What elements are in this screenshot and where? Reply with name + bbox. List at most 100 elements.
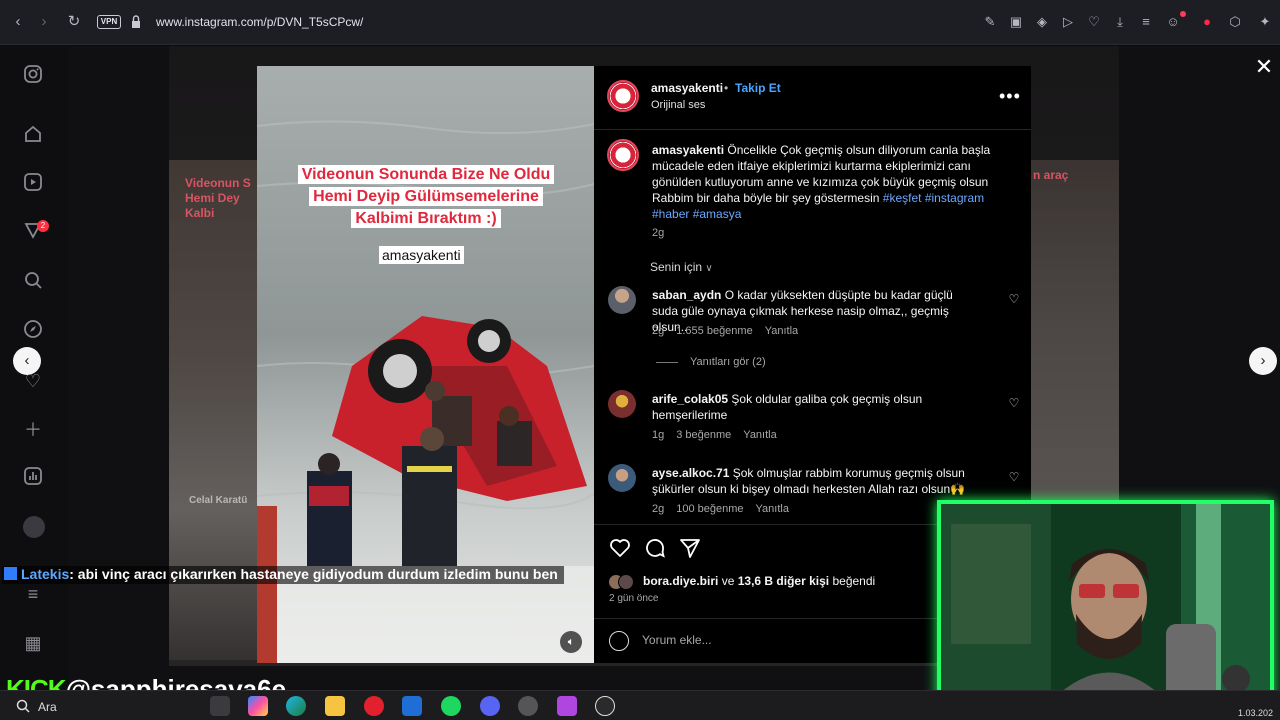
comment-like-icon[interactable]: ♡: [1007, 292, 1021, 306]
comment-avatar[interactable]: [608, 464, 636, 492]
post-caption: amasyakenti Öncelikle Çok geçmiş olsun d…: [652, 142, 1002, 222]
taskbar-search-label[interactable]: Ara: [38, 700, 57, 714]
video-title-line3: Kalbimi Bıraktım :): [351, 209, 501, 228]
comment-body: ayse.alkoc.71 Şok olmuşlar rabbim korumu…: [652, 465, 982, 497]
profile-icon[interactable]: ☺: [1164, 13, 1182, 31]
file-explorer-icon[interactable]: [325, 696, 345, 716]
comment-username[interactable]: arife_colak05: [652, 392, 728, 406]
stream-chat-message: Latekis: abi vinç aracı çıkarırken hasta…: [2, 566, 564, 584]
home-icon[interactable]: [21, 124, 45, 148]
comment-sort-dropdown[interactable]: Senin için ∨: [650, 260, 713, 274]
comment-meta: 2g 1.655 beğenme Yanıtla: [652, 325, 810, 337]
address-bar-url[interactable]: www.instagram.com/p/DVN_T5sCPcw/: [156, 15, 363, 29]
task-view-icon[interactable]: [210, 696, 230, 716]
reply-button[interactable]: Yanıtla: [743, 429, 776, 441]
liked-by-user[interactable]: bora.diye.biri: [643, 574, 718, 588]
comment-icon[interactable]: [643, 536, 667, 560]
post-time-ago: 2 gün önce: [609, 593, 659, 604]
reels-icon[interactable]: [21, 172, 45, 196]
reply-button[interactable]: Yanıtla: [756, 503, 789, 515]
background-name-left: Celal Karatü: [189, 495, 248, 506]
video-watermark: amasyakenti: [379, 246, 464, 264]
spotify-icon[interactable]: [441, 696, 461, 716]
comment-like-icon[interactable]: ♡: [1007, 470, 1021, 484]
comment-time: 2g: [652, 325, 665, 337]
like-icon[interactable]: [608, 536, 632, 560]
create-icon[interactable]: ＋: [21, 418, 45, 442]
comment-avatar[interactable]: [608, 286, 636, 314]
taskbar-search-icon[interactable]: [16, 699, 30, 713]
mail-icon[interactable]: [402, 696, 422, 716]
follow-button[interactable]: Takip Et: [735, 81, 781, 95]
opera-icon[interactable]: [364, 696, 384, 716]
edge-icon[interactable]: [286, 696, 306, 716]
extension-red-icon[interactable]: ●: [1198, 13, 1216, 31]
download-icon[interactable]: ⤓: [1111, 13, 1129, 31]
liked-by-suffix: beğendi: [832, 574, 876, 588]
lock-icon[interactable]: [131, 14, 141, 30]
comment-likes[interactable]: 100 beğenme: [676, 503, 743, 515]
comment-meta: 2g 100 beğenme Yanıtla: [652, 503, 801, 515]
comment-time: 1g: [652, 429, 665, 441]
play-icon[interactable]: ▷: [1059, 13, 1077, 31]
view-replies-button[interactable]: Yanıtları gör (2): [690, 356, 766, 368]
media-player-icon[interactable]: [595, 696, 615, 716]
comment-likes[interactable]: 3 beğenme: [676, 429, 731, 441]
copilot-icon[interactable]: [248, 696, 268, 716]
explore-icon[interactable]: [21, 319, 45, 343]
more-options-icon[interactable]: •••: [999, 86, 1021, 107]
taskbar-clock: 1.03.202: [1238, 708, 1274, 718]
volume-icon[interactable]: 🔈︎: [560, 631, 582, 653]
vpn-badge[interactable]: VPN: [97, 15, 121, 29]
emoji-icon[interactable]: [609, 631, 629, 651]
replies-line: [656, 362, 678, 363]
comment-time: 2g: [652, 503, 665, 515]
heart-icon[interactable]: ♡: [1085, 13, 1103, 31]
camera-icon[interactable]: ▣: [1007, 13, 1025, 31]
caption-username[interactable]: amasyakenti: [652, 143, 724, 157]
also-from-meta-icon[interactable]: ▦: [21, 631, 45, 655]
post-author[interactable]: amasyakenti: [651, 81, 723, 95]
back-icon[interactable]: ‹: [8, 12, 28, 32]
instagram-logo-icon[interactable]: [21, 64, 45, 88]
previous-post-button[interactable]: ‹: [13, 347, 41, 375]
reply-button[interactable]: Yanıtla: [765, 325, 798, 337]
menu-icon[interactable]: ≡: [1137, 13, 1155, 31]
chevron-down-icon: ∨: [705, 263, 713, 274]
liked-by-others[interactable]: 13,6 B diğer kişi: [738, 574, 829, 588]
app-purple-icon[interactable]: [557, 696, 577, 716]
puzzle-icon[interactable]: ✦: [1256, 13, 1274, 31]
browser-toolbar: ‹ › ↻ VPN www.instagram.com/p/DVN_T5sCPc…: [0, 0, 1280, 45]
cube-icon[interactable]: ⬡: [1226, 13, 1244, 31]
comment-username[interactable]: saban_aydn: [652, 288, 721, 302]
comment-like-icon[interactable]: ♡: [1007, 396, 1021, 410]
background-image-right: [1031, 160, 1119, 500]
windows-taskbar: Ara 1.03.202: [0, 690, 1280, 720]
search-icon[interactable]: [21, 270, 45, 294]
profile-avatar-icon[interactable]: [23, 516, 45, 538]
close-icon[interactable]: ✕: [1254, 56, 1274, 78]
author-separator: •: [724, 81, 729, 95]
webcam-image: [941, 504, 1270, 701]
comment-avatar[interactable]: [608, 390, 636, 418]
comment-meta: 1g 3 beğenme Yanıtla: [652, 429, 789, 441]
next-post-button[interactable]: ›: [1249, 347, 1277, 375]
more-menu-icon[interactable]: ≡: [21, 582, 45, 606]
comment-likes[interactable]: 1.655 beğenme: [676, 325, 752, 337]
discord-icon[interactable]: [480, 696, 500, 716]
shield-icon[interactable]: ◈: [1033, 13, 1051, 31]
share-icon[interactable]: [678, 536, 702, 560]
background-caption-right: n araç: [1033, 168, 1069, 182]
author-avatar[interactable]: [607, 80, 639, 112]
obs-icon[interactable]: [518, 696, 538, 716]
caption-avatar[interactable]: [607, 139, 639, 171]
comment-username[interactable]: ayse.alkoc.71: [652, 466, 729, 480]
audio-label[interactable]: Orijinal ses: [651, 99, 705, 111]
chat-username: Latekis: [21, 566, 70, 582]
edit-icon[interactable]: ✎: [981, 13, 999, 31]
video-title-overlay: Videonun Sonunda Bize Ne Oldu Hemi Deyip…: [278, 164, 574, 230]
dashboard-icon[interactable]: [21, 466, 45, 490]
reload-icon[interactable]: ↻: [64, 12, 84, 32]
forward-icon[interactable]: ›: [34, 12, 54, 32]
liked-by-line: bora.diye.biri ve 13,6 B diğer kişi beğe…: [608, 574, 876, 590]
